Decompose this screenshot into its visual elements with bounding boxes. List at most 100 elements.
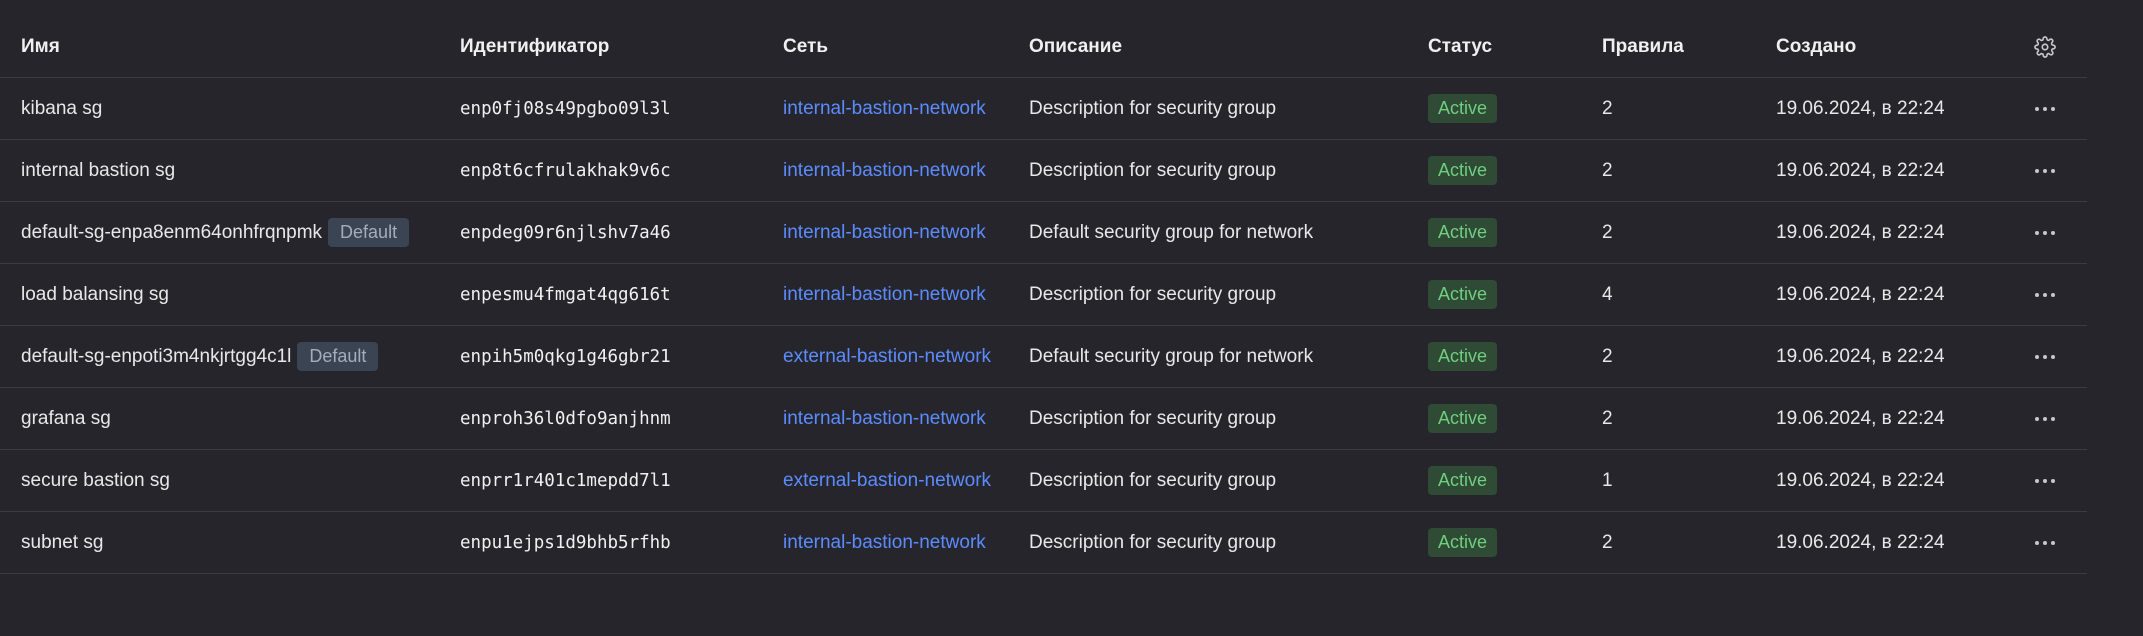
rules-count: 2 — [1602, 221, 1613, 243]
column-header-status[interactable]: Статус — [1428, 0, 1492, 77]
created-date: 19.06.2024, в 22:24 — [1776, 97, 1945, 119]
status-badge: Active — [1428, 466, 1498, 495]
row-actions-button[interactable] — [2030, 140, 2060, 201]
description-cell: Description for security group — [1029, 159, 1277, 181]
network-link[interactable]: external-bastion-network — [783, 346, 991, 368]
more-horizontal-icon[interactable] — [2035, 230, 2055, 235]
security-group-id[interactable]: enpih5m0qkg1g46gbr21 — [460, 326, 671, 387]
network-link[interactable]: internal-bastion-network — [783, 408, 986, 430]
security-group-name[interactable]: internal bastion sg — [21, 160, 175, 182]
more-horizontal-icon[interactable] — [2035, 168, 2055, 173]
status-badge: Active — [1428, 156, 1498, 185]
column-header-description[interactable]: Описание — [1029, 0, 1122, 77]
created-date: 19.06.2024, в 22:24 — [1776, 159, 1945, 181]
status-cell: Active — [1428, 512, 1498, 573]
network-cell: internal-bastion-network — [783, 202, 986, 263]
row-actions-button[interactable] — [2030, 78, 2060, 139]
network-link[interactable]: internal-bastion-network — [783, 98, 986, 120]
created-date: 19.06.2024, в 22:24 — [1776, 283, 1945, 305]
security-group-id[interactable]: enproh36l0dfo9anjhnm — [460, 388, 671, 449]
description-cell: Description for security group — [1029, 407, 1277, 429]
network-link[interactable]: internal-bastion-network — [783, 160, 986, 182]
security-group-name[interactable]: subnet sg — [21, 532, 103, 554]
rules-count: 2 — [1602, 159, 1613, 181]
column-header-id[interactable]: Идентификатор — [460, 0, 609, 77]
more-horizontal-icon[interactable] — [2035, 540, 2055, 545]
security-group-id[interactable]: enprr1r401c1mepdd7l1 — [460, 450, 671, 511]
name-cell: secure bastion sg — [21, 450, 170, 511]
security-groups-table: Имя Идентификатор Сеть Описание Статус П… — [0, 0, 2087, 574]
network-cell: internal-bastion-network — [783, 388, 986, 449]
security-group-name[interactable]: load balansing sg — [21, 284, 169, 306]
status-cell: Active — [1428, 264, 1498, 325]
security-group-name[interactable]: default-sg-enpoti3m4nkjrtgg4c1l — [21, 346, 291, 368]
table-row[interactable]: internal bastion sg enp8t6cfrulakhak9v6c… — [0, 140, 2087, 202]
status-cell: Active — [1428, 78, 1498, 139]
row-actions-button[interactable] — [2030, 202, 2060, 263]
row-actions-button[interactable] — [2030, 388, 2060, 449]
created-date: 19.06.2024, в 22:24 — [1776, 469, 1945, 491]
security-group-name[interactable]: secure bastion sg — [21, 470, 170, 492]
security-group-id[interactable]: enpdeg09r6njlshv7a46 — [460, 202, 671, 263]
table-row[interactable]: load balansing sg enpesmu4fmgat4qg616t i… — [0, 264, 2087, 326]
network-link[interactable]: internal-bastion-network — [783, 222, 986, 244]
row-actions-button[interactable] — [2030, 264, 2060, 325]
network-link[interactable]: internal-bastion-network — [783, 284, 986, 306]
more-horizontal-icon[interactable] — [2035, 478, 2055, 483]
security-group-name[interactable]: grafana sg — [21, 408, 111, 430]
row-actions-button[interactable] — [2030, 450, 2060, 511]
created-date: 19.06.2024, в 22:24 — [1776, 407, 1945, 429]
rules-count: 2 — [1602, 97, 1613, 119]
settings-button[interactable] — [2030, 0, 2060, 77]
network-cell: internal-bastion-network — [783, 264, 986, 325]
column-header-network[interactable]: Сеть — [783, 0, 828, 77]
name-cell: kibana sg — [21, 78, 102, 139]
column-header-name[interactable]: Имя — [21, 0, 60, 77]
table-row[interactable]: default-sg-enpoti3m4nkjrtgg4c1l Default … — [0, 326, 2087, 388]
network-link[interactable]: external-bastion-network — [783, 470, 991, 492]
name-cell: grafana sg — [21, 388, 111, 449]
more-horizontal-icon[interactable] — [2035, 106, 2055, 111]
description-cell: Description for security group — [1029, 469, 1277, 491]
column-header-created[interactable]: Создано — [1776, 0, 1856, 77]
status-badge: Active — [1428, 528, 1498, 557]
description-cell: Description for security group — [1029, 531, 1277, 553]
table-row[interactable]: kibana sg enp0fj08s49pgbo09l3l internal-… — [0, 78, 2087, 140]
security-group-id[interactable]: enpu1ejps1d9bhb5rfhb — [460, 512, 671, 573]
row-actions-button[interactable] — [2030, 512, 2060, 573]
table-row[interactable]: secure bastion sg enprr1r401c1mepdd7l1 e… — [0, 450, 2087, 512]
name-cell: internal bastion sg — [21, 140, 175, 201]
rules-count: 1 — [1602, 469, 1613, 491]
table-header: Имя Идентификатор Сеть Описание Статус П… — [0, 0, 2087, 78]
column-header-rules[interactable]: Правила — [1602, 0, 1684, 77]
more-horizontal-icon[interactable] — [2035, 354, 2055, 359]
security-group-id[interactable]: enpesmu4fmgat4qg616t — [460, 264, 671, 325]
security-group-id[interactable]: enp0fj08s49pgbo09l3l — [460, 78, 671, 139]
security-group-name[interactable]: kibana sg — [21, 98, 102, 120]
network-cell: external-bastion-network — [783, 326, 991, 387]
row-actions-button[interactable] — [2030, 326, 2060, 387]
table-row[interactable]: grafana sg enproh36l0dfo9anjhnm internal… — [0, 388, 2087, 450]
created-date: 19.06.2024, в 22:24 — [1776, 345, 1945, 367]
security-group-name[interactable]: default-sg-enpa8enm64onhfrqnpmk — [21, 222, 322, 244]
name-cell: default-sg-enpoti3m4nkjrtgg4c1l Default — [21, 326, 379, 387]
security-group-id[interactable]: enp8t6cfrulakhak9v6c — [460, 140, 671, 201]
table-row[interactable]: default-sg-enpa8enm64onhfrqnpmk Default … — [0, 202, 2087, 264]
created-date: 19.06.2024, в 22:24 — [1776, 531, 1945, 553]
default-badge: Default — [328, 218, 410, 247]
table-row[interactable]: subnet sg enpu1ejps1d9bhb5rfhb internal-… — [0, 512, 2087, 574]
status-cell: Active — [1428, 202, 1498, 263]
created-date: 19.06.2024, в 22:24 — [1776, 221, 1945, 243]
more-horizontal-icon[interactable] — [2035, 292, 2055, 297]
description-cell: Default security group for network — [1029, 345, 1314, 367]
status-cell: Active — [1428, 450, 1498, 511]
status-badge: Active — [1428, 94, 1498, 123]
rules-count: 2 — [1602, 531, 1613, 553]
network-cell: external-bastion-network — [783, 450, 991, 511]
gear-icon[interactable] — [2034, 35, 2056, 58]
name-cell: default-sg-enpa8enm64onhfrqnpmk Default — [21, 202, 410, 263]
network-link[interactable]: internal-bastion-network — [783, 532, 986, 554]
rules-count: 2 — [1602, 345, 1613, 367]
more-horizontal-icon[interactable] — [2035, 416, 2055, 421]
default-badge: Default — [297, 342, 379, 371]
